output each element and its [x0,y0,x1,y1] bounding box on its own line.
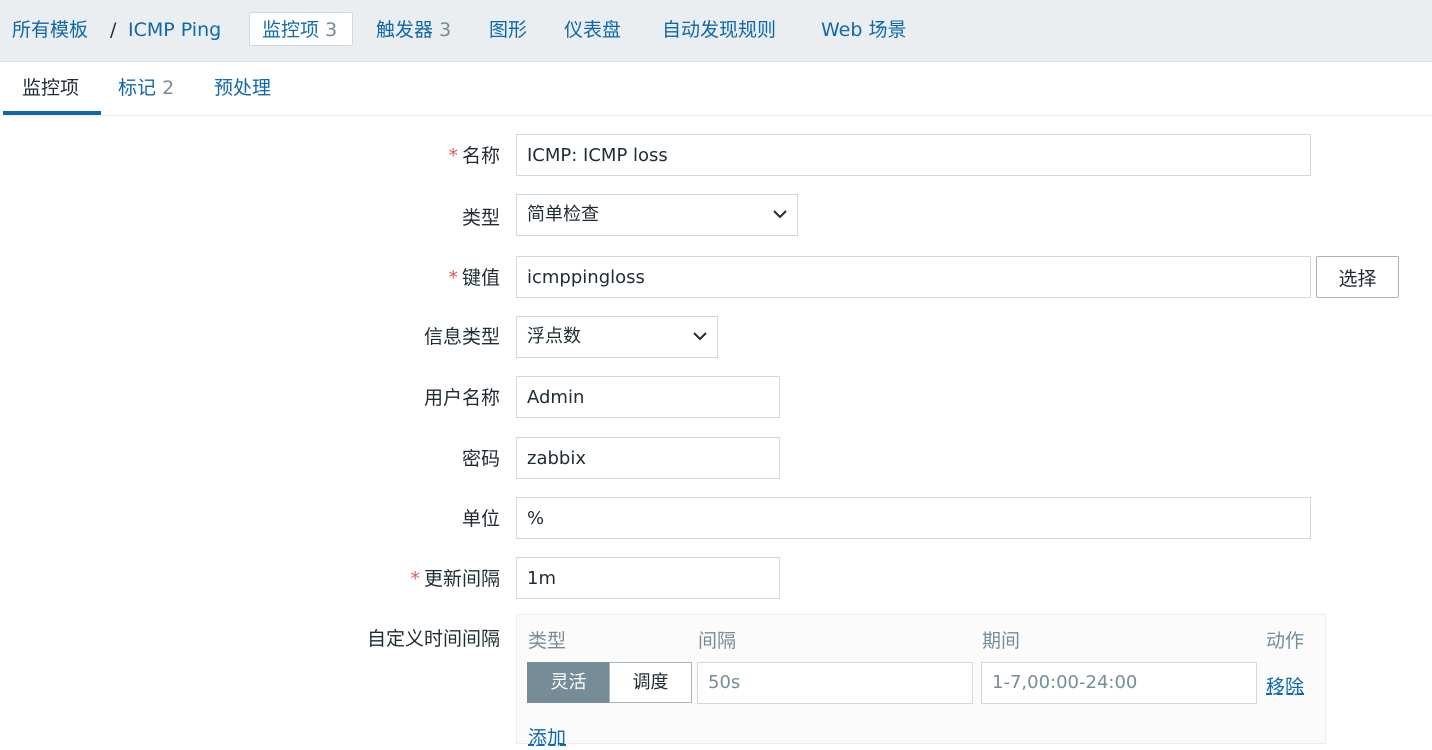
key-label: * 键值 [448,267,500,289]
name-label: * 名称 [448,145,500,167]
scheduling-toggle[interactable]: 调度 [609,662,692,703]
tab-triggers[interactable]: 触发器 3 [376,18,451,42]
subtab-preprocessing[interactable]: 预处理 [214,75,271,101]
subtab-tags-label: 标记 [118,77,157,99]
tab-discovery-rules[interactable]: 自动发现规则 [662,18,776,42]
update-interval-input[interactable] [516,557,780,599]
tab-dashboards[interactable]: 仪表盘 [564,18,621,42]
tab-items-label: 监控项 [262,19,320,41]
units-label: 单位 [461,508,500,530]
info-type-label: 信息类型 [423,326,500,348]
key-input[interactable] [516,256,1311,298]
tab-triggers-count: 3 [439,19,452,41]
type-select[interactable]: 简单检查 [516,194,798,236]
breadcrumb-separator: / [110,19,117,41]
tab-items[interactable]: 监控项 3 [262,18,337,42]
subtab-item[interactable]: 监控项 [22,75,79,101]
custom-interval-input[interactable]: 50s [697,662,973,704]
tab-web-scenarios[interactable]: Web 场景 [821,18,906,42]
form-subtabs: 监控项 标记 2 预处理 [0,62,1432,116]
password-label: 密码 [461,448,500,470]
custom-header-action: 动作 [1266,630,1305,652]
breadcrumb-template[interactable]: ICMP Ping [128,18,221,42]
custom-intervals-table: 类型 间隔 期间 动作 灵活 调度 50s 1-7,00:00-24:00 移除… [516,614,1326,749]
add-interval-link[interactable]: 添加 [528,723,566,750]
custom-header-interval: 间隔 [698,630,737,652]
breadcrumb-all-templates[interactable]: 所有模板 [12,18,88,42]
info-type-select-value: 浮点数 [527,326,581,347]
tab-items-count: 3 [325,19,338,41]
required-asterisk: * [448,267,458,289]
flexible-toggle[interactable]: 灵活 [527,662,610,703]
username-label: 用户名称 [423,387,500,409]
subtab-tags-count: 2 [162,77,175,99]
select-key-button[interactable]: 选择 [1316,256,1399,298]
custom-header-period: 期间 [982,630,1021,652]
chevron-down-icon [773,195,787,250]
info-type-select[interactable]: 浮点数 [516,316,718,358]
chevron-down-icon [693,317,707,372]
tab-graphs[interactable]: 图形 [489,18,527,42]
type-label: 类型 [461,207,500,229]
remove-interval-link[interactable]: 移除 [1266,672,1304,699]
units-input[interactable] [516,497,1311,539]
password-input[interactable] [516,437,780,479]
custom-intervals-label: 自定义时间间隔 [366,628,500,650]
tab-triggers-label: 触发器 [376,19,434,41]
update-interval-label: * 更新间隔 [410,568,500,590]
subtab-tags[interactable]: 标记 2 [118,75,174,101]
top-navigation: 所有模板 / ICMP Ping 监控项 3 触发器 3 图形 仪表盘 自动发现… [0,0,1432,62]
active-subtab-underline [3,111,101,115]
name-input[interactable] [516,134,1311,176]
required-asterisk: * [410,568,420,590]
username-input[interactable] [516,376,780,418]
custom-period-input[interactable]: 1-7,00:00-24:00 [981,662,1257,704]
type-select-value: 简单检查 [527,204,599,225]
required-asterisk: * [448,145,458,167]
custom-header-type: 类型 [528,630,567,652]
